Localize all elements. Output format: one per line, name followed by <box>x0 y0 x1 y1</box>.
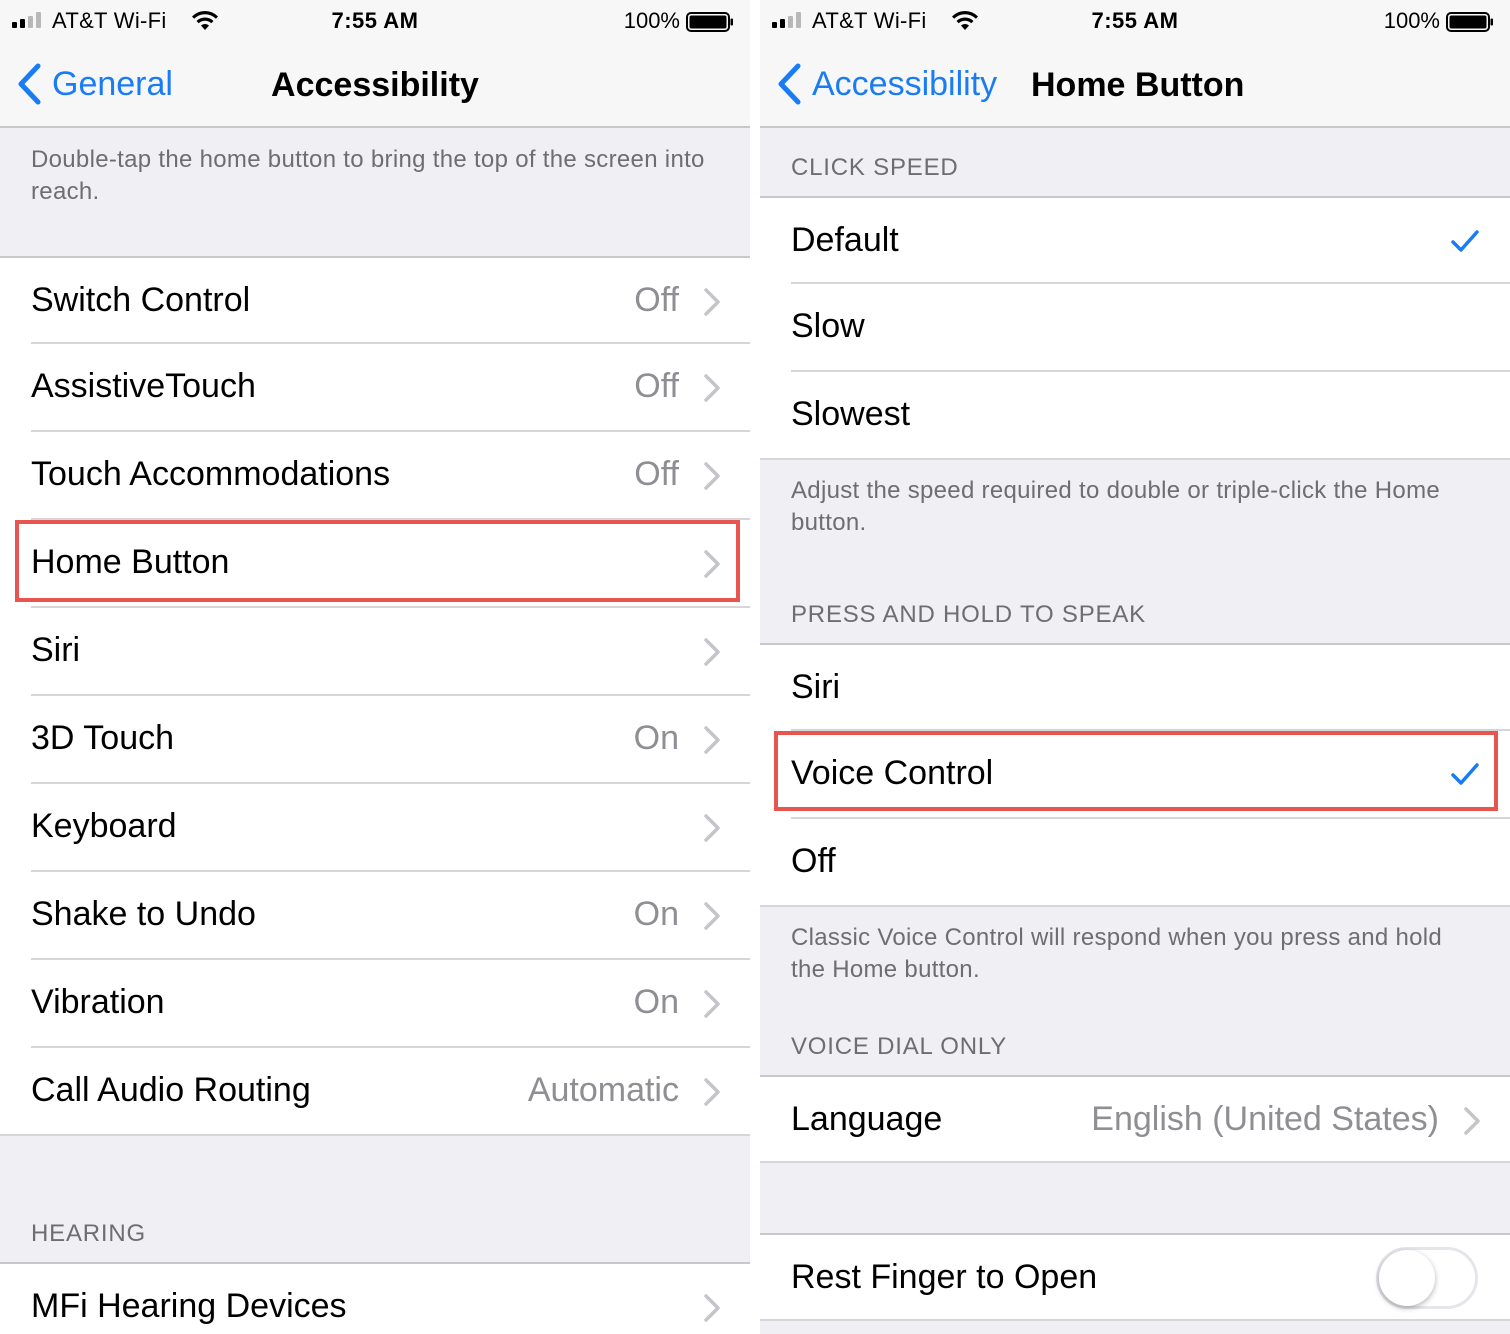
list-item-switch-control[interactable]: Switch Control Off <box>0 256 750 344</box>
item-label: Switch Control <box>31 281 251 319</box>
chevron-right-icon <box>704 1294 720 1322</box>
list-item-call-audio-routing[interactable]: Call Audio Routing Automatic <box>0 1048 750 1136</box>
item-value: Off <box>634 281 679 319</box>
item-value: Off <box>634 455 679 493</box>
chevron-right-icon <box>704 462 720 490</box>
home-button-screen: AT&T Wi-Fi 7:55 AM 100% Accessibility Ho… <box>760 0 1510 1334</box>
page-title: Accessibility <box>271 66 479 104</box>
item-value: English (United States) <box>1091 1100 1439 1138</box>
item-label: 3D Touch <box>31 719 175 757</box>
list-item-assistivetouch[interactable]: AssistiveTouch Off <box>0 344 750 432</box>
chevron-right-icon <box>704 726 720 754</box>
nav-bar: General Accessibility <box>0 40 750 128</box>
press-hold-note: Classic Voice Control will respond when … <box>791 924 1443 983</box>
item-value: Automatic <box>527 1071 679 1109</box>
reachability-note: Double-tap the home button to bring the … <box>31 146 705 205</box>
item-value: On <box>633 983 679 1021</box>
item-label: Shake to Undo <box>31 895 256 933</box>
item-value: On <box>633 895 679 933</box>
accessibility-screen: AT&T Wi-Fi 7:55 AM 100% General Accessib… <box>0 0 750 1334</box>
option-siri[interactable]: Siri <box>760 643 1510 731</box>
item-label: Keyboard <box>31 807 177 845</box>
back-button[interactable]: Accessibility <box>776 62 997 106</box>
click-speed-note: Adjust the speed required to double or t… <box>791 477 1441 536</box>
chevron-right-icon <box>704 638 720 666</box>
chevron-right-icon <box>1464 1107 1480 1135</box>
battery-icon <box>686 12 733 32</box>
list-item-touch-accommodations[interactable]: Touch Accommodations Off <box>0 432 750 520</box>
list-item-rest-finger: Rest Finger to Open <box>760 1233 1510 1321</box>
chevron-right-icon <box>704 374 720 402</box>
list-item-3d-touch[interactable]: 3D Touch On <box>0 696 750 784</box>
status-bar: AT&T Wi-Fi 7:55 AM 100% <box>760 0 1510 40</box>
option-label: Siri <box>791 668 841 706</box>
option-label: Slowest <box>791 395 911 433</box>
battery-percent: 100% <box>623 8 680 33</box>
back-label: Accessibility <box>812 64 998 103</box>
chevron-right-icon <box>704 902 720 930</box>
option-default[interactable]: Default <box>760 196 1510 284</box>
list-item-language[interactable]: Language English (United States) <box>760 1075 1510 1163</box>
toggle-knob <box>1379 1250 1435 1306</box>
list-item-vibration[interactable]: Vibration On <box>0 960 750 1048</box>
list-item-mfi-hearing-devices[interactable]: MFi Hearing Devices <box>0 1262 750 1334</box>
item-label: Rest Finger to Open <box>791 1258 1098 1296</box>
list-item-siri[interactable]: Siri <box>0 608 750 696</box>
item-label: MFi Hearing Devices <box>31 1287 347 1325</box>
item-label: Touch Accommodations <box>31 455 391 493</box>
nav-bar: Accessibility Home Button <box>760 40 1510 128</box>
section-header-voice-dial: VOICE DIAL ONLY <box>791 1033 1008 1060</box>
option-label: Off <box>791 842 836 880</box>
battery-icon <box>1446 12 1493 32</box>
item-value: On <box>633 719 679 757</box>
checkmark-icon <box>1451 230 1479 252</box>
rest-finger-toggle[interactable] <box>1376 1247 1478 1309</box>
page-title: Home Button <box>1031 66 1245 104</box>
chevron-right-icon <box>704 288 720 316</box>
battery-percent: 100% <box>1383 8 1440 33</box>
item-value: Off <box>634 367 679 405</box>
chevron-right-icon <box>704 814 720 842</box>
item-label: Siri <box>31 631 81 669</box>
section-header-click-speed: CLICK SPEED <box>791 154 959 181</box>
chevron-right-icon <box>704 990 720 1018</box>
chevron-left-icon <box>778 63 801 105</box>
section-header-hearing: HEARING <box>31 1220 146 1247</box>
option-slowest[interactable]: Slowest <box>760 372 1510 460</box>
option-label: Slow <box>791 307 865 345</box>
option-label: Default <box>791 221 899 259</box>
chevron-right-icon <box>704 1078 720 1106</box>
list-item-keyboard[interactable]: Keyboard <box>0 784 750 872</box>
status-bar: AT&T Wi-Fi 7:55 AM 100% <box>0 0 750 40</box>
highlight-box <box>774 731 1498 811</box>
option-off[interactable]: Off <box>760 819 1510 907</box>
option-slow[interactable]: Slow <box>760 284 1510 372</box>
highlight-box <box>15 520 740 602</box>
section-header-press-hold: PRESS AND HOLD TO SPEAK <box>791 601 1146 628</box>
item-label: Call Audio Routing <box>31 1071 311 1109</box>
item-label: Language <box>791 1100 943 1138</box>
item-label: AssistiveTouch <box>31 367 256 405</box>
list-item-shake-to-undo[interactable]: Shake to Undo On <box>0 872 750 960</box>
item-label: Vibration <box>31 983 165 1021</box>
